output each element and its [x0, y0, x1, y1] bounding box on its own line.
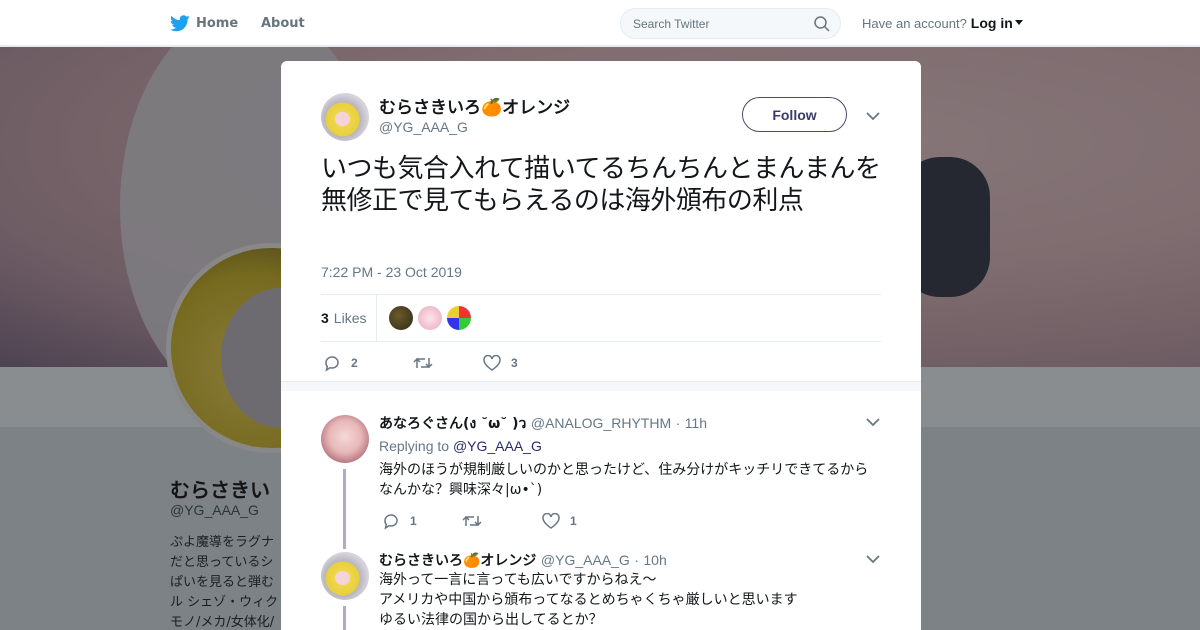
reply-count: 2 [351, 356, 358, 370]
author-avatar[interactable] [321, 93, 369, 141]
thread-line [343, 469, 346, 549]
reply-text: 海外のほうが規制厳しいのかと思ったけど、住み分けがキッチリできてるからなんかな？… [379, 462, 869, 498]
reply-age[interactable]: 10h [643, 552, 666, 568]
reply-author-handle[interactable]: @ANALOG_RHYTHM [531, 415, 671, 431]
likes-label: Likes [333, 310, 367, 326]
tweet-stats: 3 Likes [321, 294, 881, 342]
heart-icon [542, 513, 560, 529]
chevron-down-icon[interactable] [866, 417, 880, 427]
like-count: 3 [511, 356, 518, 370]
follow-button[interactable]: Follow [742, 97, 847, 132]
login-link[interactable]: Log in [971, 15, 1013, 31]
reply-dot: · [675, 415, 681, 431]
like-action[interactable]: 3 [483, 355, 518, 371]
tweet-actions: 2 3 [323, 353, 518, 373]
replies-separator [281, 381, 921, 391]
reply-avatar[interactable] [321, 552, 369, 600]
top-navigation-bar: Home About Have an account? Log in [0, 0, 1200, 46]
like-action[interactable]: 1 [542, 513, 577, 529]
twitter-bird-icon [170, 14, 190, 31]
profile-handle: @YG_AAA_G [170, 502, 259, 518]
retweet-icon [462, 515, 482, 527]
tweet-timestamp[interactable]: 7:22 PM - 23 Oct 2019 [321, 264, 462, 280]
heart-icon [483, 355, 501, 371]
caret-down-icon[interactable] [1014, 20, 1023, 26]
reply-author-name[interactable]: むらさきいろ🍊オレンジ [379, 553, 536, 569]
likes-number: 3 [321, 310, 329, 326]
thread-line [343, 606, 346, 630]
reply-age[interactable]: 11h [685, 415, 707, 431]
liker-avatar[interactable] [418, 306, 442, 330]
like-count: 1 [570, 514, 577, 528]
chevron-down-icon[interactable] [866, 111, 880, 121]
reply-author-handle[interactable]: @YG_AAA_G [541, 552, 630, 568]
reply-actions: 1 1 [382, 511, 577, 531]
search-box [620, 8, 841, 39]
replying-to-link[interactable]: @YG_AAA_G [453, 438, 542, 454]
reply-header: むらさきいろ🍊オレンジ @YG_AAA_G · 10h [379, 550, 667, 570]
tweet-modal: むらさきいろ🍊オレンジ @YG_AAA_G Follow いつも気合入れて描いて… [281, 61, 921, 630]
tweet-text: いつも気合入れて描いてるちんちんとまんまんを無修正で見てもらえるのは海外頒布の利… [321, 154, 881, 216]
reply-dot: · [634, 552, 639, 568]
liker-avatar[interactable] [389, 306, 413, 330]
search-icon[interactable] [814, 16, 830, 32]
retweet-icon [413, 357, 433, 369]
replying-to: Replying to @YG_AAA_G [379, 438, 542, 454]
reply-action[interactable]: 1 [382, 512, 462, 530]
chevron-down-icon[interactable] [866, 554, 880, 564]
nav-home-label: Home [196, 15, 239, 31]
reply-author-name[interactable]: あなろぐさん(ง ˘ω˘ )ว [379, 416, 526, 432]
profile-bio: ぷよ魔導をラグナ だと思っているシ ぱいを見ると弾む ル シェゾ・ウィク モノ/… [170, 535, 279, 630]
reply-text-line: ゆるい法律の国から出してるとか？ [379, 612, 603, 628]
retweet-action[interactable] [462, 513, 542, 529]
replying-to-label: Replying to [379, 438, 450, 454]
reply-action[interactable]: 2 [323, 354, 413, 372]
profile-name: むらさきい [170, 478, 270, 502]
reply-icon [325, 356, 339, 372]
reply-count: 1 [410, 514, 417, 528]
reply-text: 海外って一言に言っても広いですからねえ～ アメリカや中国から頒布ってなるとめちゃ… [379, 570, 879, 630]
close-icon[interactable] [1154, 12, 1178, 36]
author-name[interactable]: むらさきいろ🍊オレンジ [379, 93, 570, 118]
have-account-text: Have an account? [862, 15, 967, 31]
reply-avatar[interactable] [321, 415, 369, 463]
nav-about-link[interactable]: About [261, 0, 305, 46]
author-handle[interactable]: @YG_AAA_G [379, 119, 468, 135]
nav-home-link[interactable]: Home [170, 0, 238, 46]
account-menu: Have an account? Log in [862, 0, 1023, 46]
retweet-action[interactable] [413, 355, 483, 371]
reply-text-line: 海外って一言に言っても広いですからねえ～ [379, 572, 657, 588]
likes-count[interactable]: 3 Likes [321, 295, 378, 341]
search-input[interactable] [633, 15, 813, 33]
liker-avatar[interactable] [447, 306, 471, 330]
reply-text-line: アメリカや中国から頒布ってなるとめちゃくちゃ厳しいと思います [379, 592, 798, 608]
reply-header: あなろぐさん(ง ˘ω˘ )ว @ANALOG_RHYTHM · 11h [379, 413, 707, 435]
reply-icon [384, 514, 398, 530]
